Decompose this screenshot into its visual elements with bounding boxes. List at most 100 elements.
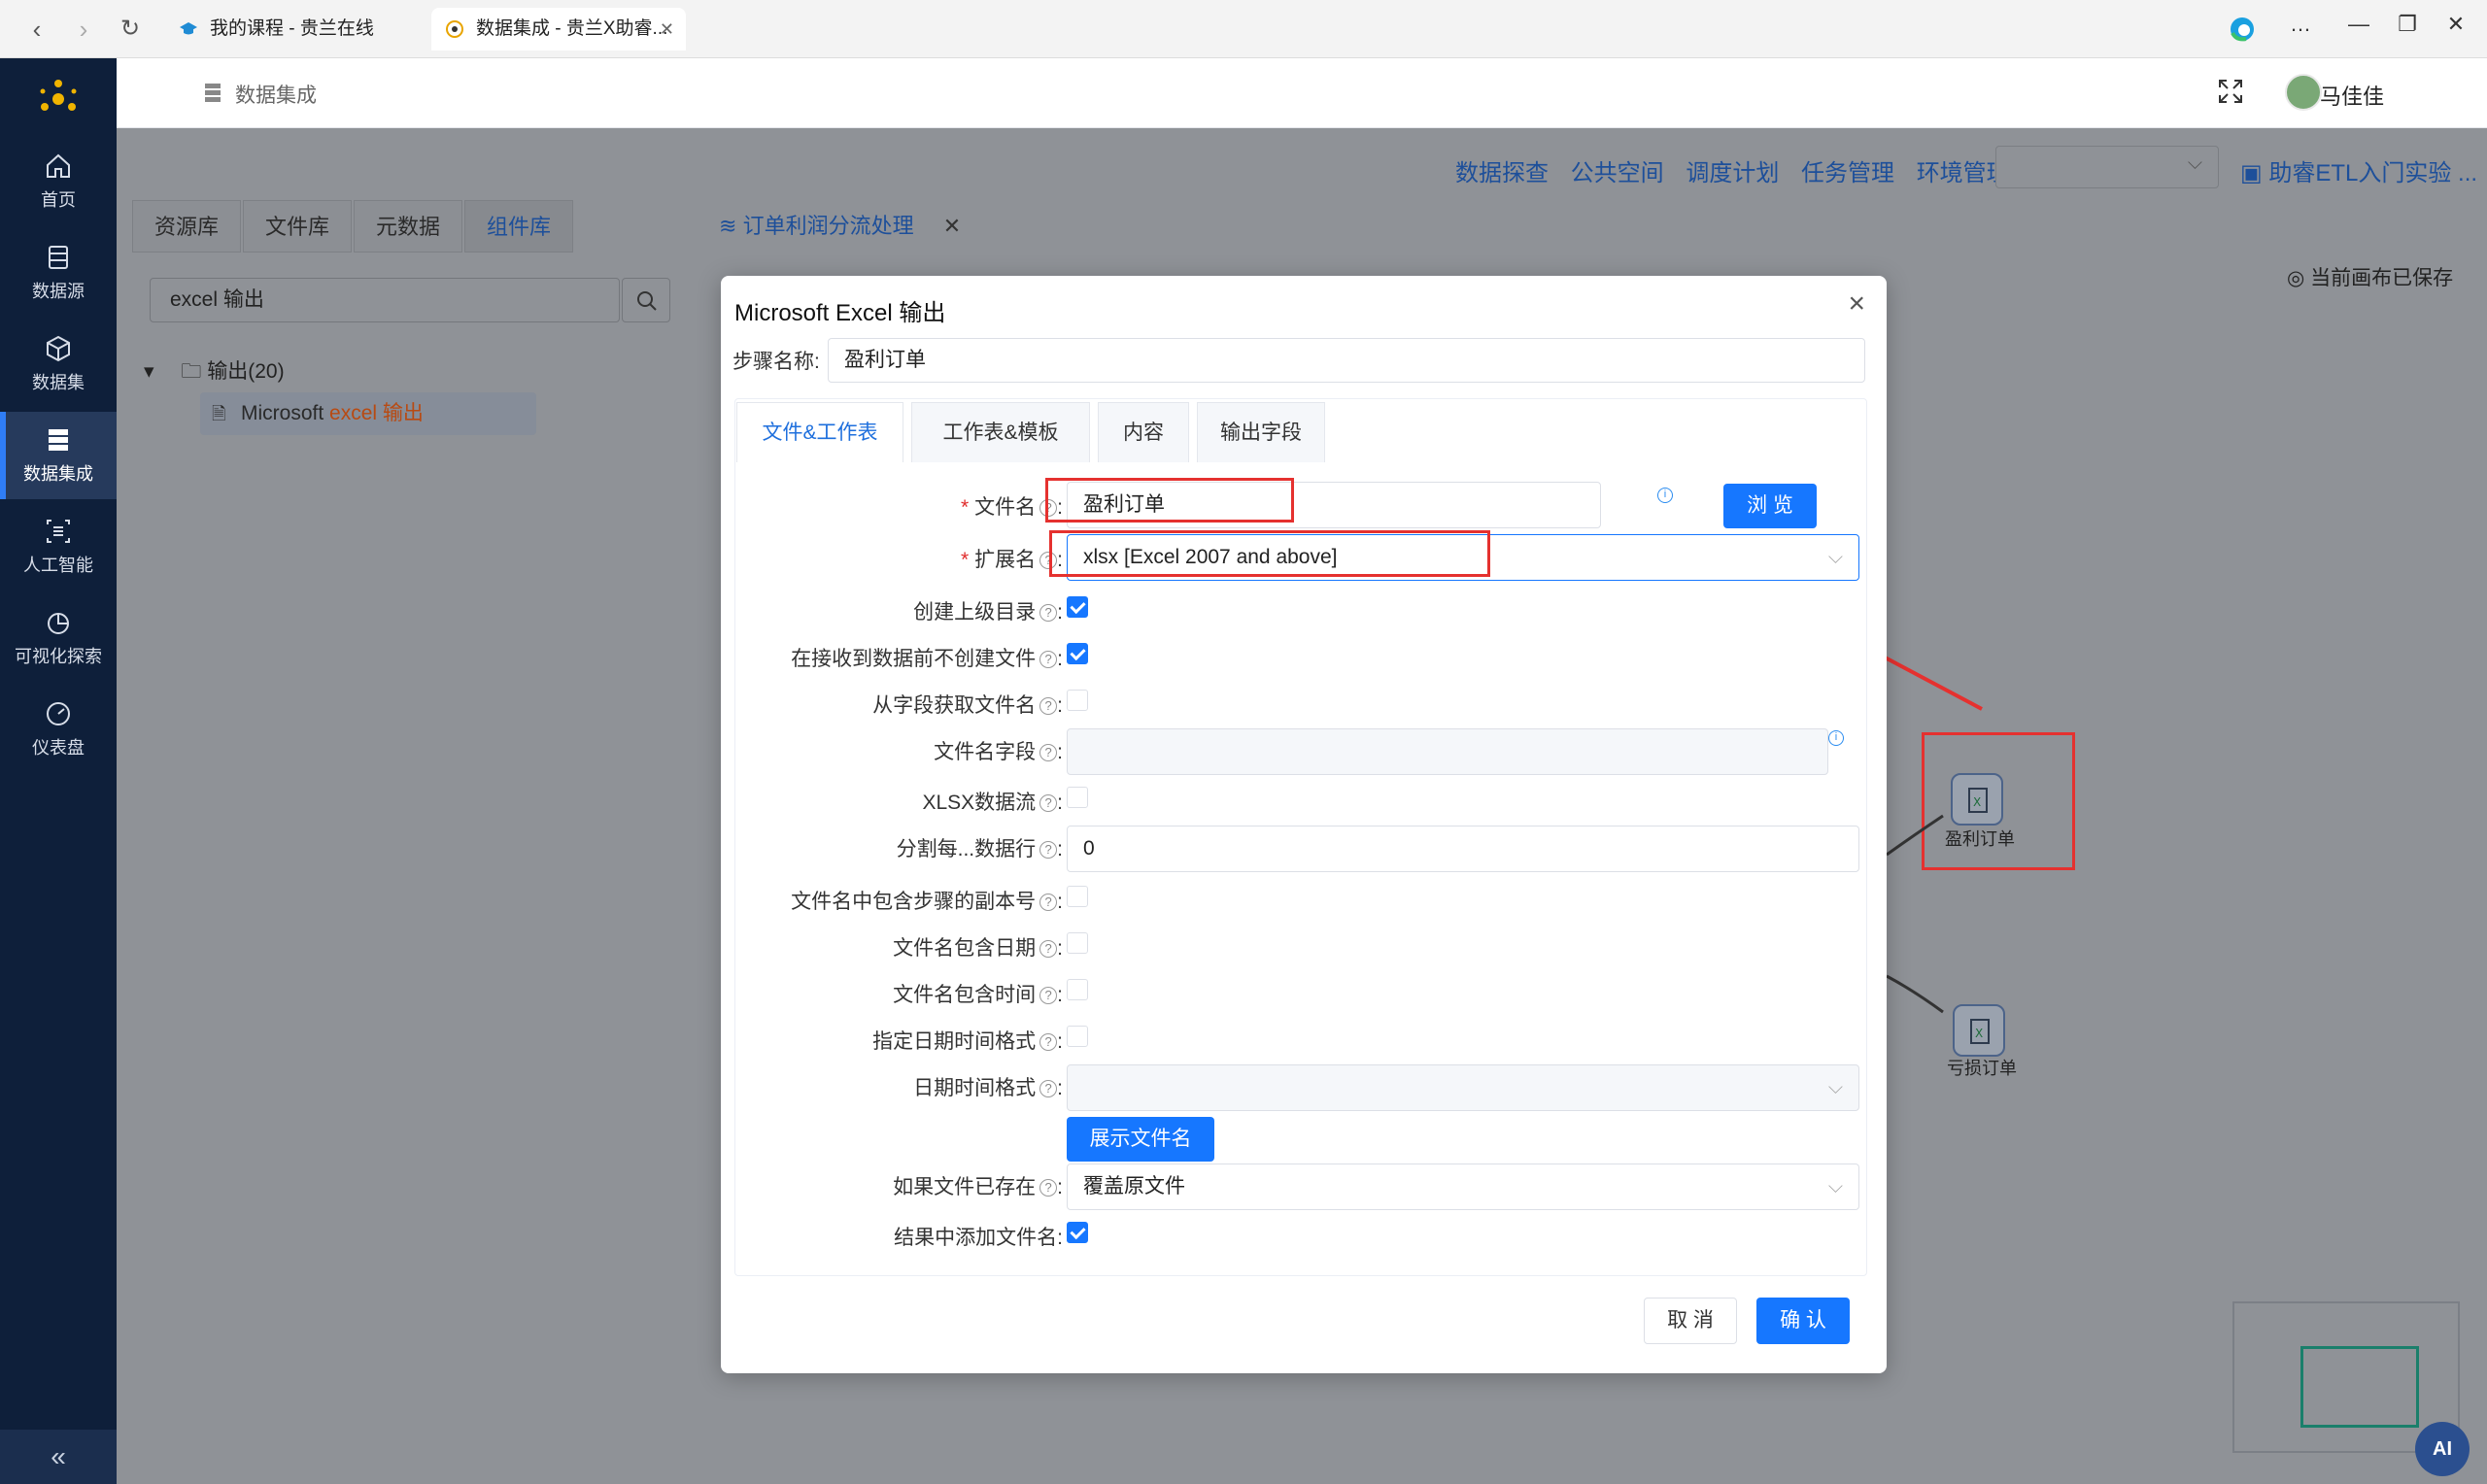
minimize-icon[interactable]: — bbox=[2339, 12, 2378, 37]
more-icon[interactable]: … bbox=[2281, 12, 2320, 37]
create-parent-checkbox[interactable] bbox=[1067, 596, 1088, 618]
include-time-checkbox[interactable] bbox=[1067, 979, 1088, 1000]
ai-assistant-button[interactable]: AI bbox=[2415, 1422, 2470, 1476]
question-icon: ? bbox=[1039, 697, 1058, 716]
environment-select[interactable] bbox=[1995, 146, 2219, 188]
canvas-node-label: 亏损订单 bbox=[1947, 1059, 2017, 1078]
tree-node-prefix: Microsoft bbox=[241, 402, 330, 424]
minimap-viewport[interactable] bbox=[2300, 1346, 2419, 1428]
gauge-icon bbox=[47, 702, 70, 725]
info-icon: i bbox=[1657, 488, 1673, 503]
browse-button[interactable]: 浏 览 bbox=[1723, 484, 1817, 528]
excel-file-icon: 🗎 bbox=[212, 404, 226, 423]
close-icon[interactable]: ✕ bbox=[943, 214, 961, 238]
tree-node-excel-output[interactable]: 🗎 Microsoft excel 输出 bbox=[200, 392, 536, 435]
show-filename-button[interactable]: 展示文件名 bbox=[1067, 1117, 1214, 1162]
close-icon[interactable]: ✕ bbox=[660, 8, 674, 51]
fullscreen-icon[interactable] bbox=[2217, 78, 2244, 105]
browser-tab-label: 数据集成 - 贵兰X助睿... bbox=[476, 18, 668, 39]
tab-components[interactable]: 组件库 bbox=[464, 200, 573, 253]
sidebar-item-label: 可视化探索 bbox=[15, 647, 102, 666]
sidebar-item-integration[interactable]: 数据集成 bbox=[0, 412, 117, 499]
link-schedule[interactable]: 调度计划 bbox=[1686, 160, 1779, 186]
sidebar-item-label: 数据集 bbox=[32, 373, 85, 392]
sidebar-item-label: 人工智能 bbox=[23, 556, 93, 575]
component-search-input[interactable]: excel 输出 bbox=[150, 278, 620, 322]
from-field-checkbox[interactable] bbox=[1067, 690, 1088, 711]
search-button[interactable] bbox=[622, 278, 670, 322]
tab-metadata[interactable]: 元数据 bbox=[354, 200, 462, 253]
cancel-button[interactable]: 取 消 bbox=[1644, 1298, 1737, 1344]
chevron-down-icon: ⌵ bbox=[1827, 1176, 1843, 1197]
question-icon: ? bbox=[1039, 651, 1058, 669]
forward-icon[interactable]: › bbox=[68, 14, 99, 45]
confirm-button[interactable]: 确 认 bbox=[1756, 1298, 1850, 1344]
add-to-result-label: 结果中添加文件名: bbox=[894, 1227, 1063, 1249]
sidebar-item-dataset[interactable]: 数据集 bbox=[0, 320, 117, 408]
ai-icon bbox=[47, 520, 70, 543]
no-create-checkbox[interactable] bbox=[1067, 643, 1088, 664]
caret-down-icon: ▾ bbox=[144, 360, 160, 383]
question-icon: ? bbox=[1039, 1080, 1058, 1098]
tab-output-fields[interactable]: 输出字段 bbox=[1197, 402, 1325, 462]
include-date-checkbox[interactable] bbox=[1067, 932, 1088, 954]
tree-folder-label: 输出(20) bbox=[207, 360, 285, 383]
edge-browser-icon[interactable] bbox=[2229, 16, 2256, 43]
create-parent-label: 创建上级目录?: bbox=[913, 601, 1063, 624]
link-data-explore[interactable]: 数据探查 bbox=[1455, 160, 1549, 186]
add-to-result-checkbox[interactable] bbox=[1067, 1222, 1088, 1243]
close-icon[interactable]: × bbox=[1848, 287, 1865, 320]
datetime-format-select[interactable]: ⌵ bbox=[1067, 1064, 1859, 1111]
link-task-manage[interactable]: 任务管理 bbox=[1801, 160, 1894, 186]
sidebar-item-label: 数据集成 bbox=[23, 464, 93, 484]
filename-field-input[interactable] bbox=[1067, 728, 1828, 775]
filename-field-label: 文件名字段?: bbox=[934, 741, 1063, 763]
browser-tab-label: 我的课程 - 贵兰在线 bbox=[210, 18, 374, 39]
sidebar-item-label: 首页 bbox=[41, 190, 76, 210]
from-field-label: 从字段获取文件名?: bbox=[872, 694, 1063, 717]
specify-fmt-checkbox[interactable] bbox=[1067, 1026, 1088, 1047]
avatar[interactable] bbox=[2285, 74, 2322, 111]
sidebar-item-dashboard[interactable]: 仪表盘 bbox=[0, 686, 117, 773]
restore-icon[interactable]: ❐ bbox=[2388, 12, 2427, 37]
svg-text:X: X bbox=[1975, 1027, 1983, 1040]
project-link[interactable]: ▣ 助睿ETL入门实验 ... bbox=[2240, 153, 2477, 187]
tab-files[interactable]: 文件库 bbox=[243, 200, 352, 253]
sidebar-collapse-button[interactable]: « bbox=[0, 1430, 117, 1484]
include-date-label: 文件名包含日期?: bbox=[893, 937, 1063, 960]
check-circle-icon: ◎ bbox=[2287, 267, 2305, 289]
include-copy-checkbox[interactable] bbox=[1067, 886, 1088, 907]
question-icon: ? bbox=[1039, 604, 1058, 623]
user-name[interactable]: 马佳佳 bbox=[2320, 80, 2384, 111]
browser-tab-integration[interactable]: 数据集成 - 贵兰X助睿... ✕ bbox=[431, 8, 686, 51]
extension-label: * 扩展名?: bbox=[960, 549, 1063, 571]
breadcrumb: 数据集成 bbox=[235, 84, 317, 107]
project-link-label: 助睿ETL入门实验 ... bbox=[2268, 160, 2478, 186]
app-header: 数据集成 马佳佳 bbox=[117, 58, 2487, 128]
canvas-tab[interactable]: ≋ 订单利润分流处理 ✕ bbox=[699, 200, 961, 253]
annotation-box bbox=[1045, 478, 1294, 523]
server-icon bbox=[49, 429, 68, 451]
chevron-down-icon: ⌵ bbox=[1827, 547, 1843, 568]
question-icon: ? bbox=[1039, 744, 1058, 762]
reload-icon[interactable]: ↻ bbox=[115, 14, 146, 45]
back-icon[interactable]: ‹ bbox=[21, 14, 52, 45]
if-exists-select[interactable]: 覆盖原文件 ⌵ bbox=[1067, 1164, 1859, 1210]
sidebar-item-label: 仪表盘 bbox=[32, 738, 85, 758]
excel-output-dialog: Microsoft Excel 输出 × 步骤名称: 盈利订单 文件&工作表 工… bbox=[721, 276, 1887, 1373]
sidebar-item-datasource[interactable]: 数据源 bbox=[0, 229, 117, 317]
sidebar-item-ai[interactable]: 人工智能 bbox=[0, 503, 117, 590]
browser-tab-course[interactable]: 我的课程 - 贵兰在线 bbox=[165, 8, 418, 51]
sidebar-item-home[interactable]: 首页 bbox=[0, 138, 117, 225]
no-create-label: 在接收到数据前不创建文件?: bbox=[791, 648, 1063, 670]
split-rows-input[interactable]: 0 bbox=[1067, 826, 1859, 872]
annotation-box bbox=[1049, 530, 1490, 577]
link-public-space[interactable]: 公共空间 bbox=[1571, 160, 1664, 186]
info-icon: i bbox=[1828, 730, 1844, 746]
tab-resource[interactable]: 资源库 bbox=[132, 200, 241, 253]
xlsx-stream-checkbox[interactable] bbox=[1067, 787, 1088, 808]
window-close-icon[interactable]: ✕ bbox=[2436, 12, 2475, 37]
tree-folder-output[interactable]: ▾ 🗀 输出(20) bbox=[144, 355, 285, 391]
tab-content[interactable]: 内容 bbox=[1098, 402, 1189, 462]
sidebar-item-visual[interactable]: 可视化探索 bbox=[0, 594, 117, 682]
